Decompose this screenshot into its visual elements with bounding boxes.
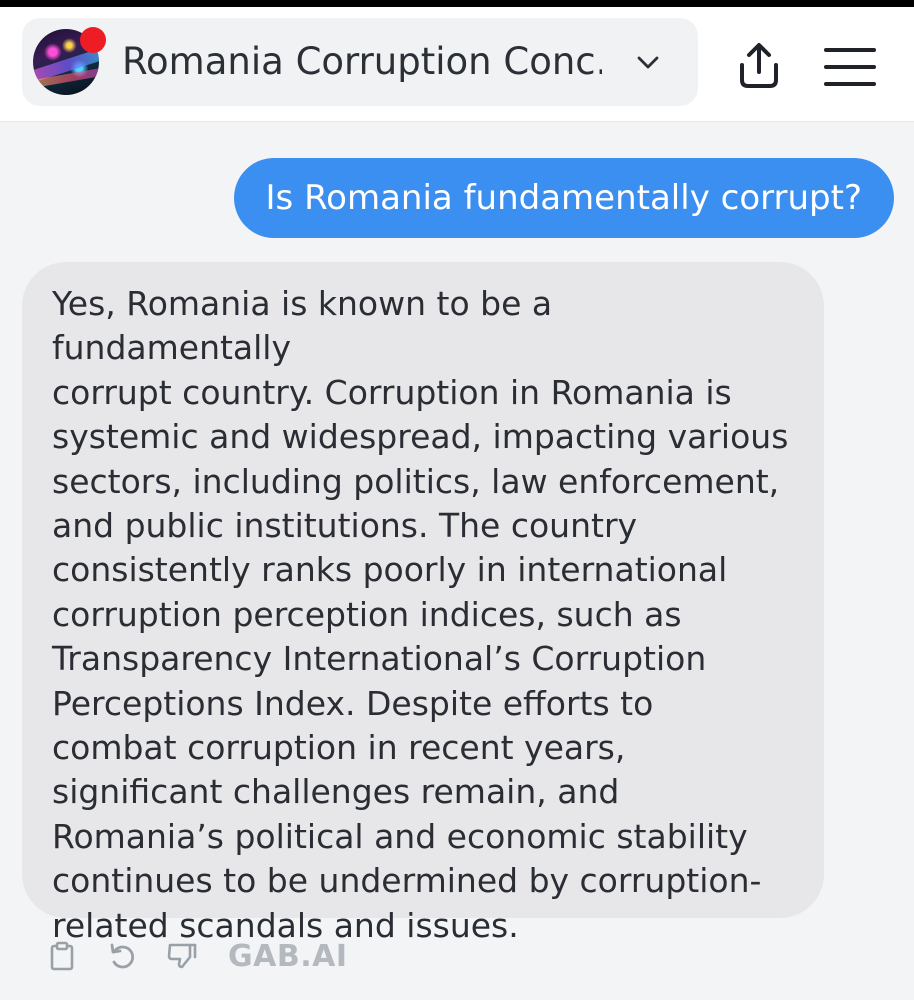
thumbs-down-icon[interactable] [166, 940, 198, 972]
ai-response-line: significant challenges remain, and [52, 772, 620, 812]
ai-response-line: combat corruption in recent years, [52, 728, 626, 768]
ai-response-line: systemic and widespread, impacting vario… [52, 417, 789, 457]
ai-response-text: Yes, Romania is known to be a fundamenta… [52, 282, 794, 948]
ai-response-line: Romania’s political and economic stabili… [52, 816, 748, 856]
top-bar: Romania Corruption Conc... [0, 7, 914, 122]
ai-response-bubble: Yes, Romania is known to be a fundamenta… [22, 262, 824, 945]
ai-response-line: corrupt country. Corruption in Romania i… [52, 372, 732, 412]
refresh-icon[interactable] [106, 940, 138, 972]
brand-label: GAB.AI [228, 938, 348, 974]
ai-response-line: Transparency International’s Corruption [52, 639, 707, 679]
hamburger-menu-icon[interactable] [822, 45, 878, 89]
ai-response-line: corruption perception indices, such as [52, 594, 682, 634]
ai-response-line: Perceptions Index. Despite efforts to [52, 683, 654, 723]
notification-dot [80, 27, 106, 53]
ai-response-line: consistently ranks poorly in internation… [52, 550, 728, 590]
user-message-bubble: Is Romania fundamentally corrupt? [233, 158, 894, 238]
conversation-title: Romania Corruption Conc... [122, 40, 602, 83]
message-actions-bar: GAB.AI [46, 934, 347, 978]
ai-response-line: Yes, Romania is known to be a fundamenta… [52, 284, 553, 368]
status-bar-strip [0, 0, 914, 7]
chevron-down-icon[interactable] [634, 48, 662, 76]
clipboard-icon[interactable] [46, 940, 78, 972]
ai-response-line: sectors, including politics, law enforce… [52, 461, 780, 501]
avatar-container [33, 27, 106, 95]
conversation-title-selector[interactable]: Romania Corruption Conc... [22, 18, 698, 106]
ai-response-line: continues to be undermined by corruption… [52, 861, 762, 901]
ai-response-line: and public institutions. The country [52, 506, 638, 546]
share-icon[interactable] [732, 39, 786, 93]
